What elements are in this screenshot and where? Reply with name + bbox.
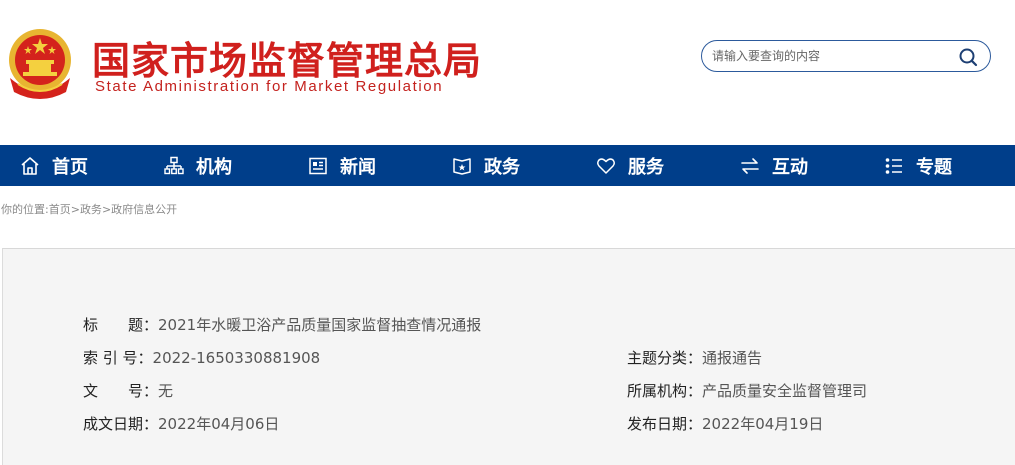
main-nav: 首页 机构 新闻 政务 服务 互动 专题 — [0, 145, 1015, 186]
search-input[interactable] — [712, 46, 952, 66]
info-organization-label: 所属机构： — [627, 382, 703, 400]
info-doc-number-row: 文 号：无 — [83, 380, 173, 401]
topics-list-icon — [884, 156, 904, 176]
breadcrumb-separator: > — [70, 203, 80, 216]
breadcrumb-gov-info-link[interactable]: 政府信息公开 — [111, 203, 177, 216]
breadcrumb-home-link[interactable]: 首页 — [49, 203, 71, 216]
info-category-row: 主题分类：通报通告 — [627, 347, 762, 368]
info-title-row: 标 题：2021年水暖卫浴产品质量国家监督抽查情况通报 — [83, 314, 481, 335]
info-published-date-value: 2022年04月19日 — [702, 415, 824, 433]
site-title-english: State Administration for Market Regulati… — [95, 78, 444, 95]
nav-item-news[interactable]: 新闻 — [308, 145, 376, 186]
breadcrumb: 你的位置:首页>政务>政府信息公开 — [1, 201, 177, 217]
breadcrumb-prefix: 你的位置: — [1, 203, 49, 216]
search-icon[interactable] — [958, 47, 978, 67]
info-organization-value: 产品质量安全监督管理司 — [702, 382, 868, 400]
info-published-date-row: 发布日期：2022年04月19日 — [627, 413, 823, 434]
info-category-value: 通报通告 — [702, 349, 763, 367]
national-emblem-icon[interactable] — [4, 26, 76, 100]
document-info-panel: 标 题：2021年水暖卫浴产品质量国家监督抽查情况通报 索 引 号：2022-1… — [2, 248, 1015, 465]
info-created-date-label: 成文日期： — [83, 415, 159, 433]
breadcrumb-government-affairs-link[interactable]: 政务 — [80, 203, 102, 216]
home-icon — [20, 156, 40, 176]
nav-item-organization[interactable]: 机构 — [164, 145, 232, 186]
info-organization-row: 所属机构：产品质量安全监督管理司 — [627, 380, 867, 401]
info-created-date-value: 2022年04月06日 — [158, 415, 280, 433]
nav-item-services[interactable]: 服务 — [596, 145, 664, 186]
site-title[interactable]: 国家市场监督管理总局 — [92, 30, 482, 85]
info-doc-number-label: 文 号： — [83, 382, 159, 400]
breadcrumb-separator: > — [101, 203, 112, 216]
nav-item-home[interactable]: 首页 — [20, 145, 88, 186]
nav-item-topics[interactable]: 专题 — [884, 145, 952, 186]
heart-icon — [596, 156, 616, 176]
exchange-arrows-icon — [740, 156, 760, 176]
news-icon — [308, 156, 328, 176]
site-header: 国家市场监督管理总局 State Administration for Mark… — [0, 0, 1015, 145]
info-doc-number-value: 无 — [158, 382, 174, 400]
org-chart-icon — [164, 156, 184, 176]
info-title-label: 标 题： — [83, 316, 159, 334]
government-affairs-icon — [452, 156, 472, 176]
nav-item-government-affairs[interactable]: 政务 — [452, 145, 520, 186]
info-index-row: 索 引 号：2022-1650330881908 — [83, 347, 320, 368]
breadcrumb-area: 你的位置:首页>政务>政府信息公开 — [0, 186, 1015, 248]
search-box — [701, 40, 991, 72]
info-created-date-row: 成文日期：2022年04月06日 — [83, 413, 279, 434]
nav-item-interaction[interactable]: 互动 — [740, 145, 808, 186]
info-index-label: 索 引 号： — [83, 349, 153, 367]
info-published-date-label: 发布日期： — [627, 415, 703, 433]
info-category-label: 主题分类： — [627, 349, 703, 367]
info-title-value: 2021年水暖卫浴产品质量国家监督抽查情况通报 — [158, 316, 482, 334]
info-index-value: 2022-1650330881908 — [152, 349, 321, 367]
